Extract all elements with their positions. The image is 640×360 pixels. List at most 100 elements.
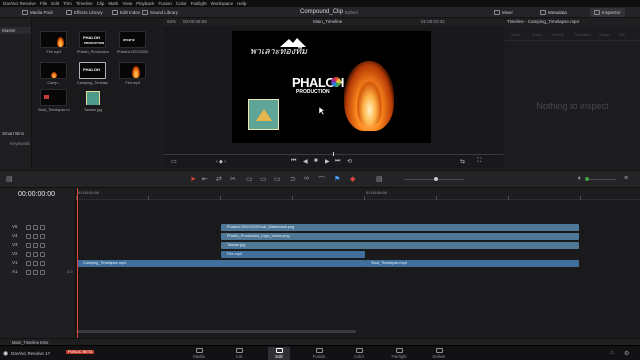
replace-icon[interactable]: ▭ <box>274 175 281 183</box>
volume-handle[interactable] <box>585 177 589 181</box>
media-item-camping-timelapse[interactable]: PHALOH <box>79 62 106 79</box>
page-edit[interactable]: Edit <box>268 347 290 360</box>
blade-icon[interactable]: ✂ <box>230 175 236 183</box>
enable-icon[interactable] <box>33 261 38 266</box>
menu-fusion[interactable]: Fusion <box>158 1 172 6</box>
media-item-tamlan[interactable] <box>79 89 106 106</box>
next-icon[interactable]: ⏭ <box>335 158 340 165</box>
clip-v1-start[interactable]: Start_Timelapse.mp4 <box>365 260 579 267</box>
clip-v1-camping[interactable]: Camping_Timelapse.mp4 <box>77 260 365 267</box>
tab-transition[interactable]: Transition <box>574 33 591 37</box>
viewer-scrub-bar[interactable] <box>163 152 503 156</box>
marker-icon[interactable]: ◆ <box>350 175 355 183</box>
media-item-fire-2[interactable] <box>119 62 146 79</box>
media-item-fire[interactable] <box>40 31 67 48</box>
menu-app[interactable]: DaVinci Resolve <box>3 1 36 6</box>
play-icon[interactable]: ▶ <box>325 158 330 165</box>
dynamic-trim-icon[interactable]: ⇄ <box>216 175 222 183</box>
media-pool-button[interactable]: Media Pool <box>22 8 53 17</box>
media-item-phaloh-logo[interactable]: PHALOH PRODUCTION <box>79 31 106 48</box>
eye-icon[interactable] <box>40 243 45 248</box>
flag-icon[interactable]: ⚑ <box>334 175 340 183</box>
eye-icon[interactable] <box>40 234 45 239</box>
fullscreen-icon[interactable]: ⛶ <box>477 158 481 165</box>
playhead[interactable] <box>77 188 78 338</box>
zoom-slider-handle[interactable] <box>434 177 438 181</box>
enable-icon[interactable] <box>33 243 38 248</box>
keywords-label[interactable]: Keywords <box>10 141 30 146</box>
pointer-icon[interactable]: ➤ <box>190 175 196 183</box>
eye-icon[interactable] <box>40 261 45 266</box>
lock-icon[interactable] <box>26 243 31 248</box>
zoom-level[interactable]: 63% <box>167 19 176 24</box>
lock-icon[interactable] <box>26 234 31 239</box>
menu-view[interactable]: View <box>122 1 132 6</box>
prev-icon[interactable]: ⏮ <box>291 158 296 165</box>
menu-file[interactable]: File <box>40 1 47 6</box>
media-item-start-timelapse[interactable] <box>40 89 67 106</box>
menu-workspace[interactable]: Workspace <box>211 1 233 6</box>
lock-icon[interactable] <box>26 261 31 266</box>
menu-mark[interactable]: Mark <box>108 1 118 6</box>
clip-v4-logo[interactable]: Phalch_Production_Logo_Vector.png <box>221 233 579 240</box>
match-frame-icon[interactable]: ⇆ <box>460 158 465 165</box>
position-lock-icon[interactable]: ⌒ <box>318 175 325 185</box>
page-cut[interactable]: Cut <box>228 347 250 360</box>
clip-v5-watermark[interactable]: PhalchLOGO2020Final_Watermark.png <box>221 224 579 231</box>
link-icon[interactable]: ∞ <box>304 175 309 182</box>
lock-icon[interactable] <box>26 270 31 275</box>
lock-icon[interactable] <box>26 225 31 230</box>
tab-video[interactable]: Video <box>511 33 521 37</box>
timeline-name[interactable]: Main_Timeline <box>313 19 342 24</box>
menu-edit[interactable]: Edit <box>51 1 59 6</box>
enable-icon[interactable] <box>33 234 38 239</box>
media-item-watermark[interactable]: พาเลาะ <box>119 31 146 48</box>
eye-icon[interactable] <box>40 225 45 230</box>
timeline-view-options-icon[interactable]: ▤ <box>6 175 13 183</box>
zoom-out-icon[interactable]: ▤ <box>376 175 383 183</box>
enable-icon[interactable] <box>33 225 38 230</box>
eye-icon[interactable] <box>40 252 45 257</box>
mute-icon[interactable] <box>40 270 45 275</box>
page-color[interactable]: Color <box>348 347 370 360</box>
solo-icon[interactable] <box>33 270 38 275</box>
timeline-scrollbar[interactable] <box>76 330 356 333</box>
tab-file[interactable]: File <box>619 33 625 37</box>
page-deliver[interactable]: Deliver <box>428 347 450 360</box>
edit-index-button[interactable]: Edit Index <box>112 8 140 17</box>
media-item-camp[interactable] <box>40 62 67 79</box>
menu-fairlight[interactable]: Fairlight <box>191 1 207 6</box>
clip-v3-tamlan[interactable]: Tamlan.jpg <box>221 242 579 249</box>
snap-icon[interactable]: ⊃ <box>290 175 296 183</box>
tab-audio[interactable]: Audio <box>532 33 542 37</box>
insert-icon[interactable]: ▭ <box>246 175 253 183</box>
menu-trim[interactable]: Trim <box>63 1 72 6</box>
page-media[interactable]: Media <box>188 347 210 360</box>
menu-color[interactable]: Color <box>176 1 187 6</box>
volume-icon[interactable]: 🔈︎ <box>578 175 582 183</box>
reverse-play-icon[interactable]: ◀ <box>303 158 308 165</box>
tab-effects[interactable]: Effects <box>552 33 564 37</box>
settings-icon[interactable]: ⚙ <box>624 350 629 357</box>
viewer-canvas[interactable]: พาเลาะทองที่ม PHALOH PRODUCTION <box>232 31 431 143</box>
audio-meter-icon[interactable]: ≡ <box>624 175 628 182</box>
metadata-button[interactable]: Metadata <box>540 8 567 17</box>
prev-frame-icon[interactable]: ‹ ◆ › <box>216 159 226 165</box>
trim-icon[interactable]: ⇤ <box>202 175 208 183</box>
stop-icon[interactable]: ■ <box>314 158 318 164</box>
page-fusion[interactable]: Fusion <box>308 347 330 360</box>
page-fairlight[interactable]: Fairlight <box>388 347 410 360</box>
menu-help[interactable]: Help <box>237 1 246 6</box>
timeline-ruler[interactable]: 01:00:00:00 01:00:08:00 <box>76 188 640 200</box>
volume-slider[interactable] <box>588 179 616 180</box>
effects-library-button[interactable]: Effects Library <box>66 8 103 17</box>
smart-bins-label[interactable]: Smart Bins <box>2 131 24 136</box>
sound-library-button[interactable]: Sound Library <box>142 8 178 17</box>
enable-icon[interactable] <box>33 252 38 257</box>
overwrite-icon[interactable]: ▭ <box>260 175 267 183</box>
loop-icon[interactable]: ⟲ <box>347 158 352 165</box>
clip-v2-fire[interactable]: Fire.mp4 <box>221 251 365 258</box>
menu-clip[interactable]: Clip <box>97 1 105 6</box>
mixer-button[interactable]: Mixer <box>494 8 513 17</box>
home-icon[interactable]: ⌂ <box>610 350 614 356</box>
